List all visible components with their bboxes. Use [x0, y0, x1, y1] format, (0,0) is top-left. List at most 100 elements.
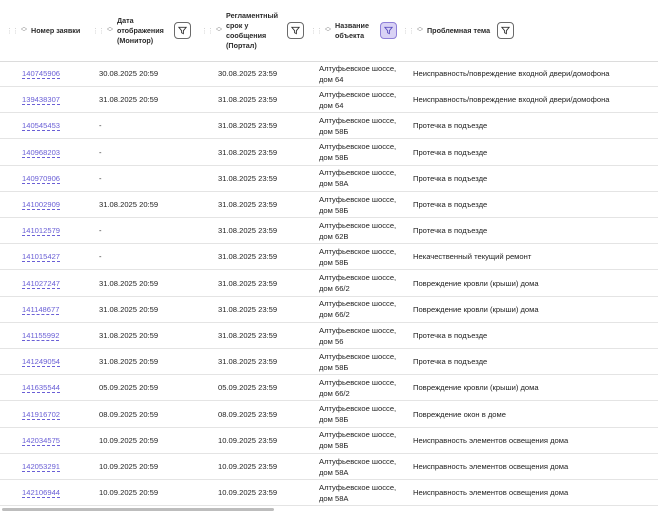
object-name-cell: Алтуфьевское шоссе, дом 66/2	[319, 377, 397, 398]
topic-cell: Протечка в подъезде	[413, 147, 488, 157]
table-row[interactable]: 142053291 10.09.2025 20:59 10.09.2025 23:5…	[0, 454, 658, 480]
request-number-link[interactable]: 141015427	[22, 252, 60, 261]
table-cell: Повреждение кровли (крыши) дома	[413, 297, 539, 322]
sort-arrows-icon[interactable]: ︿ ﹀	[325, 25, 331, 36]
sort-arrows-icon[interactable]: ︿ ﹀	[107, 25, 113, 36]
request-number-link[interactable]: 141635544	[22, 383, 60, 392]
table-cell: Протечка в подъезде	[413, 140, 487, 165]
column-header-topic[interactable]: ⋮⋮ ︿ ﹀ Проблемная тема	[402, 0, 542, 61]
request-number-link[interactable]: 142106944	[22, 488, 60, 497]
topic-cell: Протечка в подъезде	[413, 331, 488, 340]
request-number-link[interactable]: 139438307	[22, 95, 60, 104]
table-cell: 141002909	[22, 192, 60, 217]
column-header-object[interactable]: ⋮⋮ ︿ ﹀ Название объекта	[310, 0, 402, 61]
table-cell: 141015427	[22, 244, 60, 269]
sort-arrows-icon[interactable]: ︿ ﹀	[417, 25, 423, 36]
object-name-cell: Алтуфьевское шоссе, дом 64	[319, 63, 397, 84]
topic-cell: Неисправность элементов освещения дома	[413, 462, 569, 471]
date-monitor-cell: 31.08.2025 20:59	[99, 331, 159, 340]
request-number-link[interactable]: 140970906	[22, 174, 60, 183]
filter-button[interactable]	[497, 22, 515, 39]
filter-button-active[interactable]	[380, 22, 398, 39]
table-row[interactable]: 142106944 10.09.2025 20:59 10.09.2025 23:5…	[0, 480, 658, 507]
sort-arrows-icon[interactable]: ︿ ﹀	[21, 25, 27, 36]
drag-handle-icon[interactable]: ⋮⋮	[201, 27, 214, 35]
drag-handle-icon[interactable]: ⋮⋮	[6, 27, 19, 35]
table-row[interactable]: 141916702 08.09.2025 20:59 08.09.2025 23:5…	[0, 402, 658, 428]
table-cell: Протечка в подъезде	[413, 323, 487, 348]
horizontal-scrollbar[interactable]	[2, 508, 274, 511]
table-row[interactable]: 140968203 - 31.08.2025 23:59 Алтуфьевское ш…	[0, 140, 658, 166]
table-cell: 08.09.2025 20:59	[99, 402, 158, 427]
request-number-link[interactable]: 142053291	[22, 462, 60, 471]
drag-handle-icon[interactable]: ⋮⋮	[310, 27, 323, 35]
date-monitor-cell: -	[99, 252, 102, 262]
request-number-link[interactable]: 141249054	[22, 357, 60, 366]
table-row[interactable]: 139438307 31.08.2025 20:59 31.08.2025 23:5…	[0, 87, 658, 114]
request-number-link[interactable]: 142034575	[22, 436, 60, 445]
table-cell: 31.08.2025 20:59	[99, 349, 158, 374]
table-cell: 31.08.2025 20:59	[99, 87, 158, 112]
table-row[interactable]: 141012579 - 31.08.2025 23:59 Алтуфьевское ш…	[0, 218, 658, 245]
table-cell: 31.08.2025 20:59	[99, 297, 158, 322]
drag-handle-icon[interactable]: ⋮⋮	[92, 27, 105, 35]
table-cell: Протечка в подъезде	[413, 218, 487, 243]
table-row[interactable]: 140545453 - 31.08.2025 23:59 Алтуфьевское ш…	[0, 113, 658, 140]
table-row[interactable]: 141015427 - 31.08.2025 23:59 Алтуфьевское ш…	[0, 244, 658, 271]
table-row[interactable]: 140745906 30.08.2025 20:59 30.08.2025 23:5…	[0, 61, 658, 87]
column-label: Номер заявки	[31, 25, 81, 35]
request-number-link[interactable]: 141002909	[22, 200, 60, 209]
deadline-cell: 31.08.2025 23:59	[218, 95, 278, 105]
request-number-link[interactable]: 140545453	[22, 121, 60, 130]
deadline-cell: 31.08.2025 23:59	[218, 357, 278, 367]
sort-arrows-icon[interactable]: ︿ ﹀	[216, 25, 222, 36]
column-header-id[interactable]: ⋮⋮ ︿ ﹀ Номер заявки	[6, 0, 96, 61]
table-cell: 141012579	[22, 218, 60, 243]
drag-handle-icon[interactable]: ⋮⋮	[402, 27, 415, 35]
table-cell: Протечка в подъезде	[413, 166, 487, 191]
table-cell: Повреждение окон в доме	[413, 402, 506, 427]
topic-cell: Некачественный текущий ремонт	[413, 252, 532, 262]
request-number-link[interactable]: 141012579	[22, 226, 60, 235]
object-name-cell: Алтуфьевское шоссе, дом 58Б	[319, 142, 397, 163]
column-header-deadline[interactable]: ⋮⋮ ︿ ﹀ Регламентный срок у сообщения (Пор…	[201, 0, 313, 61]
request-number-link[interactable]: 141155992	[22, 331, 59, 340]
deadline-cell: 31.08.2025 23:59	[218, 304, 278, 314]
table-row[interactable]: 141027247 31.08.2025 20:59 31.08.2025 23:5…	[0, 271, 658, 297]
request-number-link[interactable]: 140968203	[22, 148, 60, 157]
table-cell: 142053291	[22, 454, 60, 479]
object-name-cell: Алтуфьевское шоссе, дом 66/2	[319, 273, 397, 294]
table-row[interactable]: 141635544 05.09.2025 20:59 05.09.2025 23:5…	[0, 375, 658, 402]
request-number-link[interactable]: 140745906	[22, 69, 60, 78]
table-cell: 30.08.2025 20:59	[99, 61, 158, 86]
filter-icon	[291, 26, 301, 35]
topic-cell: Повреждение кровли (крыши) дома	[413, 383, 539, 393]
object-name-cell: Алтуфьевское шоссе, дом 58Б	[319, 430, 397, 451]
table-cell: 31.08.2025 23:59	[218, 323, 277, 348]
table-cell: Алтуфьевское шоссе, дом 58А	[319, 454, 409, 479]
table-cell: 10.09.2025 23:59	[218, 480, 277, 505]
filter-button[interactable]	[174, 22, 192, 39]
table-row[interactable]: 140970906 - 31.08.2025 23:59 Алтуфьевское ш…	[0, 166, 658, 192]
request-number-link[interactable]: 141916702	[22, 410, 60, 419]
column-header-date-monitor[interactable]: ⋮⋮ ︿ ﹀ Дата отображения (Монитор)	[92, 0, 202, 61]
deadline-cell: 31.08.2025 23:59	[218, 331, 278, 340]
table-row[interactable]: 141249054 31.08.2025 20:59 31.08.2025 23:5…	[0, 349, 658, 376]
deadline-cell: 10.09.2025 23:59	[218, 435, 278, 445]
table-row[interactable]: 141155992 31.08.2025 20:59 31.08.2025 23:5…	[0, 323, 658, 349]
table-cell: 10.09.2025 20:59	[99, 480, 158, 505]
table-cell: Алтуфьевское шоссе, дом 64	[319, 87, 409, 112]
date-monitor-cell: 31.08.2025 20:59	[99, 357, 159, 367]
deadline-cell: 08.09.2025 23:59	[218, 409, 278, 419]
table-row[interactable]: 141002909 31.08.2025 20:59 31.08.2025 23:5…	[0, 192, 658, 218]
table-row[interactable]: 141148677 31.08.2025 20:59 31.08.2025 23:5…	[0, 297, 658, 323]
request-number-link[interactable]: 141148677	[22, 305, 59, 314]
table-cell: 141155992	[22, 323, 59, 348]
table-cell: Протечка в подъезде	[413, 113, 487, 138]
table-cell: Алтуфьевское шоссе, дом 58А	[319, 480, 409, 505]
filter-button[interactable]	[287, 22, 305, 39]
date-monitor-cell: -	[99, 226, 102, 236]
table-row[interactable]: 142034575 10.09.2025 20:59 10.09.2025 23:5…	[0, 428, 658, 454]
request-number-link[interactable]: 141027247	[22, 279, 60, 288]
deadline-cell: 10.09.2025 23:59	[218, 488, 278, 498]
